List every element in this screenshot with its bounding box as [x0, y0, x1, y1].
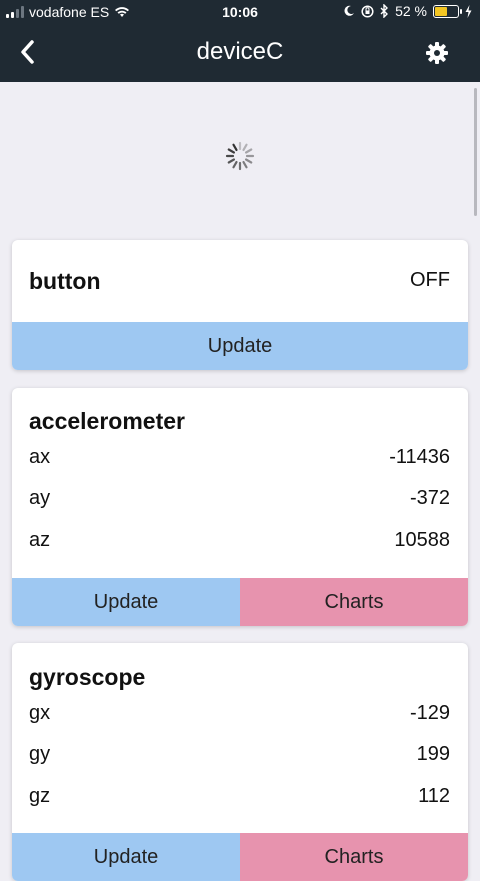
sensor-row-label: az — [29, 529, 51, 551]
sensor-row-value: -129 — [409, 702, 450, 724]
update-button[interactable]: Update — [12, 833, 240, 881]
sensor-card-accelerometer: accelerometer ax -11436 ay -372 az 10588… — [12, 388, 468, 626]
moon-icon — [344, 5, 355, 16]
sensor-row: ay -372 — [29, 487, 450, 510]
sensor-row: ax -11436 — [29, 446, 450, 469]
card-title: button — [29, 268, 101, 294]
update-button[interactable]: Update — [12, 322, 468, 370]
sensor-row-value: 199 — [416, 743, 450, 765]
page-title: deviceC — [196, 38, 284, 65]
card-title: accelerometer — [29, 408, 185, 434]
top-bar: vodafone ES 10:06 52 % deviceC — [0, 0, 480, 82]
sensor-row-label: ay — [29, 487, 51, 509]
sensor-card-gyroscope: gyroscope gx -129 gy 199 gz 112 Update C… — [12, 643, 468, 881]
sensor-card-button: button OFF Update — [12, 240, 468, 370]
battery-icon — [433, 4, 462, 18]
card-actions: Update Charts — [12, 578, 468, 626]
card-title: gyroscope — [29, 664, 146, 690]
battery-fill — [435, 6, 448, 16]
charts-button[interactable]: Charts — [240, 578, 468, 626]
charging-bolt-icon — [465, 4, 472, 18]
charts-button[interactable]: Charts — [240, 833, 468, 881]
button-state-text: OFF — [410, 269, 450, 291]
bluetooth-icon — [380, 4, 389, 18]
gear-icon — [426, 42, 448, 64]
status-right: 52 % — [343, 3, 472, 19]
sensor-row: gz 112 — [29, 785, 450, 808]
sensor-row-value: -11436 — [389, 446, 450, 468]
update-button[interactable]: Update — [12, 578, 240, 626]
sensor-row: gy 199 — [29, 743, 450, 766]
loading-spinner-icon — [225, 141, 255, 171]
sensor-row-label: gz — [29, 785, 51, 807]
card-actions: Update — [12, 322, 468, 370]
rotation-lock-icon — [361, 4, 374, 18]
button-state-value: OFF — [410, 269, 450, 292]
sensor-row-value: 112 — [418, 785, 450, 807]
battery-percent: 52 % — [395, 3, 427, 19]
scrollbar[interactable] — [474, 88, 477, 216]
sensor-row-value: 10588 — [394, 529, 450, 551]
sensor-row: az 10588 — [29, 529, 450, 552]
sensor-row-label: gx — [29, 702, 51, 724]
settings-button[interactable] — [420, 36, 454, 70]
sensor-row-label: gy — [29, 743, 51, 765]
sensor-row-value: -372 — [409, 487, 450, 509]
sensor-row: gx -129 — [29, 702, 450, 725]
status-bar: vodafone ES 10:06 52 % — [0, 0, 480, 24]
sensor-row-label: ax — [29, 446, 51, 468]
navigation-bar: deviceC — [0, 24, 480, 82]
card-actions: Update Charts — [12, 833, 468, 881]
